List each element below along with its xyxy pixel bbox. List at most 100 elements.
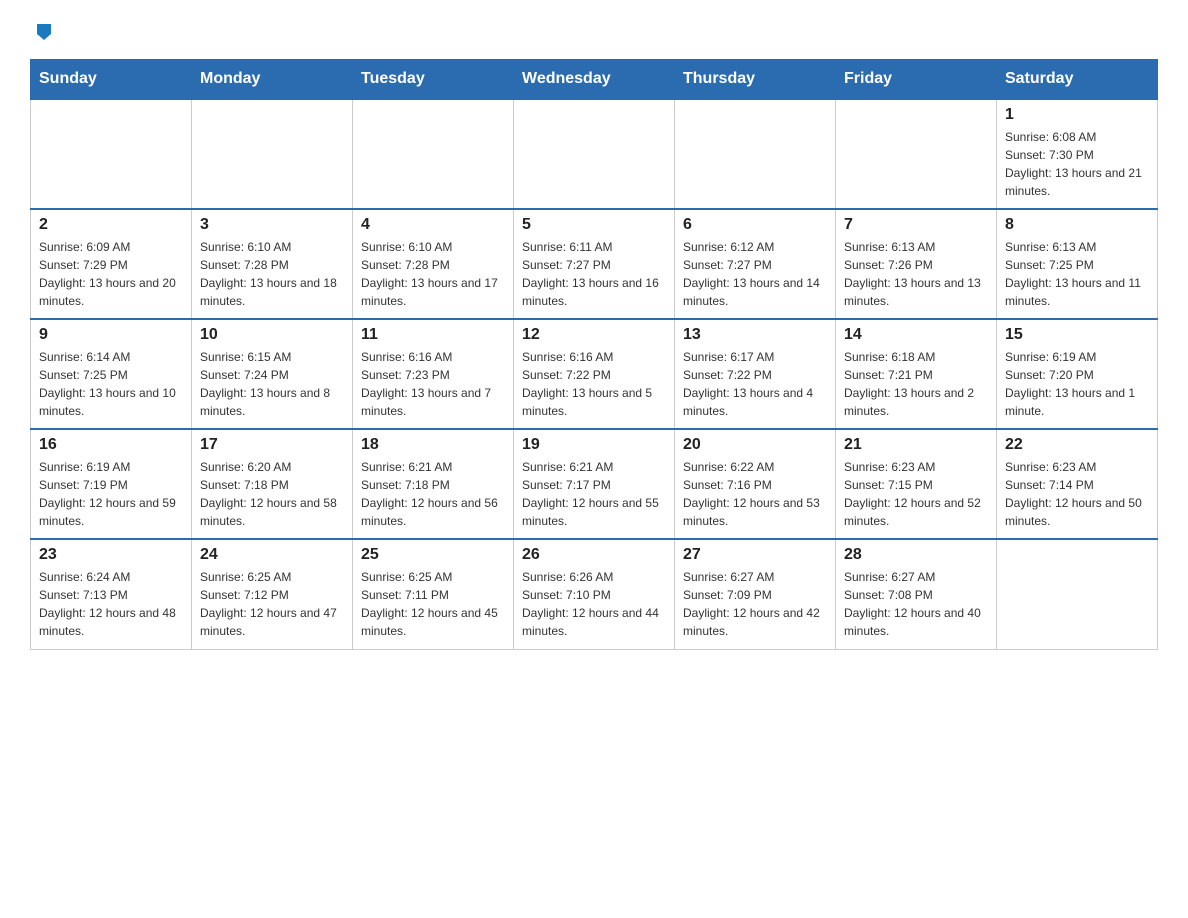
calendar-week-row: 16 Sunrise: 6:19 AMSunset: 7:19 PMDayligh… [31,429,1158,539]
weekday-header-saturday: Saturday [997,60,1158,100]
calendar-cell: 14 Sunrise: 6:18 AMSunset: 7:21 PMDayligh… [836,319,997,429]
calendar-cell: 6 Sunrise: 6:12 AMSunset: 7:27 PMDaylight… [675,209,836,319]
day-info: Sunrise: 6:26 AMSunset: 7:10 PMDaylight:… [522,568,666,640]
calendar-cell: 25 Sunrise: 6:25 AMSunset: 7:11 PMDayligh… [353,539,514,649]
calendar-cell: 19 Sunrise: 6:21 AMSunset: 7:17 PMDayligh… [514,429,675,539]
day-info: Sunrise: 6:10 AMSunset: 7:28 PMDaylight:… [361,238,505,310]
day-number: 16 [39,436,183,454]
day-info: Sunrise: 6:24 AMSunset: 7:13 PMDaylight:… [39,568,183,640]
calendar-cell [836,99,997,209]
day-number: 15 [1005,326,1149,344]
calendar-cell: 7 Sunrise: 6:13 AMSunset: 7:26 PMDaylight… [836,209,997,319]
day-info: Sunrise: 6:13 AMSunset: 7:26 PMDaylight:… [844,238,988,310]
day-number: 26 [522,546,666,564]
day-number: 14 [844,326,988,344]
day-number: 25 [361,546,505,564]
calendar-cell: 3 Sunrise: 6:10 AMSunset: 7:28 PMDaylight… [192,209,353,319]
calendar-cell: 17 Sunrise: 6:20 AMSunset: 7:18 PMDayligh… [192,429,353,539]
calendar-cell: 18Sunrise: 6:21 AMSunset: 7:18 PMDayligh… [353,429,514,539]
day-info: Sunrise: 6:23 AMSunset: 7:14 PMDaylight:… [1005,458,1149,530]
day-info: Sunrise: 6:09 AMSunset: 7:29 PMDaylight:… [39,238,183,310]
day-number: 17 [200,436,344,454]
day-number: 27 [683,546,827,564]
day-number: 24 [200,546,344,564]
calendar-cell [31,99,192,209]
weekday-header-sunday: Sunday [31,60,192,100]
day-info: Sunrise: 6:15 AMSunset: 7:24 PMDaylight:… [200,348,344,420]
calendar-table: SundayMondayTuesdayWednesdayThursdayFrid… [30,59,1158,650]
day-info: Sunrise: 6:27 AMSunset: 7:08 PMDaylight:… [844,568,988,640]
day-info: Sunrise: 6:08 AMSunset: 7:30 PMDaylight:… [1005,128,1149,200]
calendar-cell: 20 Sunrise: 6:22 AMSunset: 7:16 PMDayligh… [675,429,836,539]
logo-arrow-icon [33,20,55,47]
weekday-header-thursday: Thursday [675,60,836,100]
calendar-cell: 28 Sunrise: 6:27 AMSunset: 7:08 PMDayligh… [836,539,997,649]
day-info: Sunrise: 6:16 AMSunset: 7:23 PMDaylight:… [361,348,505,420]
calendar-cell: 4 Sunrise: 6:10 AMSunset: 7:28 PMDaylight… [353,209,514,319]
calendar-cell: 13 Sunrise: 6:17 AMSunset: 7:22 PMDayligh… [675,319,836,429]
day-info: Sunrise: 6:25 AMSunset: 7:12 PMDaylight:… [200,568,344,640]
calendar-cell: 15 Sunrise: 6:19 AMSunset: 7:20 PMDayligh… [997,319,1158,429]
day-info: Sunrise: 6:21 AMSunset: 7:17 PMDaylight:… [522,458,666,530]
day-info: Sunrise: 6:10 AMSunset: 7:28 PMDaylight:… [200,238,344,310]
weekday-header-wednesday: Wednesday [514,60,675,100]
day-number: 20 [683,436,827,454]
day-number: 4 [361,216,505,234]
calendar-cell: 22 Sunrise: 6:23 AMSunset: 7:14 PMDayligh… [997,429,1158,539]
calendar-cell: 21 Sunrise: 6:23 AMSunset: 7:15 PMDayligh… [836,429,997,539]
weekday-header-tuesday: Tuesday [353,60,514,100]
day-info: Sunrise: 6:14 AMSunset: 7:25 PMDaylight:… [39,348,183,420]
day-number: 28 [844,546,988,564]
calendar-cell [192,99,353,209]
calendar-week-row: 2Sunrise: 6:09 AMSunset: 7:29 PMDaylight… [31,209,1158,319]
day-number: 21 [844,436,988,454]
day-info: Sunrise: 6:11 AMSunset: 7:27 PMDaylight:… [522,238,666,310]
day-number: 10 [200,326,344,344]
calendar-cell: 9 Sunrise: 6:14 AMSunset: 7:25 PMDaylight… [31,319,192,429]
calendar-cell: 16 Sunrise: 6:19 AMSunset: 7:19 PMDayligh… [31,429,192,539]
day-number: 12 [522,326,666,344]
day-number: 1 [1005,106,1149,124]
day-number: 19 [522,436,666,454]
day-info: Sunrise: 6:23 AMSunset: 7:15 PMDaylight:… [844,458,988,530]
weekday-header-monday: Monday [192,60,353,100]
day-info: Sunrise: 6:27 AMSunset: 7:09 PMDaylight:… [683,568,827,640]
day-number: 11 [361,326,505,344]
calendar-cell: 26 Sunrise: 6:26 AMSunset: 7:10 PMDayligh… [514,539,675,649]
day-number: 5 [522,216,666,234]
calendar-cell: 12 Sunrise: 6:16 AMSunset: 7:22 PMDayligh… [514,319,675,429]
day-info: Sunrise: 6:16 AMSunset: 7:22 PMDaylight:… [522,348,666,420]
day-info: Sunrise: 6:19 AMSunset: 7:20 PMDaylight:… [1005,348,1149,420]
day-number: 6 [683,216,827,234]
day-number: 3 [200,216,344,234]
day-info: Sunrise: 6:19 AMSunset: 7:19 PMDaylight:… [39,458,183,530]
day-number: 9 [39,326,183,344]
day-number: 23 [39,546,183,564]
calendar-week-row: 9 Sunrise: 6:14 AMSunset: 7:25 PMDaylight… [31,319,1158,429]
calendar-cell [514,99,675,209]
calendar-cell: 1 Sunrise: 6:08 AMSunset: 7:30 PMDaylight… [997,99,1158,209]
day-info: Sunrise: 6:17 AMSunset: 7:22 PMDaylight:… [683,348,827,420]
calendar-cell: 10 Sunrise: 6:15 AMSunset: 7:24 PMDayligh… [192,319,353,429]
weekday-header-friday: Friday [836,60,997,100]
logo [30,20,55,49]
day-info: Sunrise: 6:20 AMSunset: 7:18 PMDaylight:… [200,458,344,530]
calendar-header-row: SundayMondayTuesdayWednesdayThursdayFrid… [31,60,1158,100]
page-header [30,20,1158,49]
day-info: Sunrise: 6:12 AMSunset: 7:27 PMDaylight:… [683,238,827,310]
calendar-cell: 2Sunrise: 6:09 AMSunset: 7:29 PMDaylight… [31,209,192,319]
calendar-cell: 24 Sunrise: 6:25 AMSunset: 7:12 PMDayligh… [192,539,353,649]
calendar-week-row: 1 Sunrise: 6:08 AMSunset: 7:30 PMDaylight… [31,99,1158,209]
day-number: 13 [683,326,827,344]
day-number: 22 [1005,436,1149,454]
calendar-cell [675,99,836,209]
calendar-cell [353,99,514,209]
day-info: Sunrise: 6:18 AMSunset: 7:21 PMDaylight:… [844,348,988,420]
day-info: Sunrise: 6:13 AMSunset: 7:25 PMDaylight:… [1005,238,1149,310]
day-number: 7 [844,216,988,234]
day-info: Sunrise: 6:25 AMSunset: 7:11 PMDaylight:… [361,568,505,640]
day-number: 18 [361,436,505,454]
day-info: Sunrise: 6:22 AMSunset: 7:16 PMDaylight:… [683,458,827,530]
calendar-cell: 23 Sunrise: 6:24 AMSunset: 7:13 PMDayligh… [31,539,192,649]
day-number: 8 [1005,216,1149,234]
